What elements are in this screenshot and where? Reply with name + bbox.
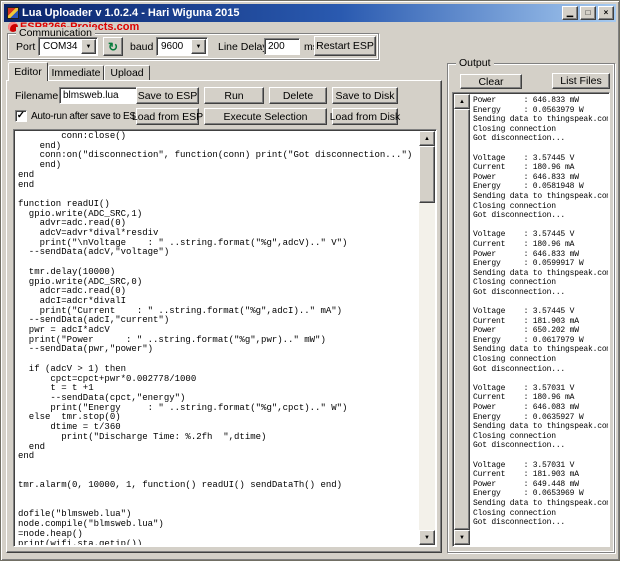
app-icon	[7, 7, 19, 19]
line-delay-input[interactable]	[264, 38, 300, 55]
minimize-icon: ▁	[566, 8, 574, 17]
list-files-button[interactable]: List Files	[552, 73, 610, 89]
execute-selection-button[interactable]: Execute Selection	[204, 108, 327, 125]
maximize-button[interactable]: □	[580, 6, 596, 20]
scroll-down-icon: ▼	[424, 534, 430, 541]
minimize-button[interactable]: ▁	[562, 6, 578, 20]
line-delay-label: Line Delay	[218, 41, 268, 53]
port-dropdown-button[interactable]: ▼	[81, 39, 96, 54]
tab-upload[interactable]: Upload	[104, 65, 150, 80]
port-label: Port	[16, 41, 36, 53]
output-box: ▲ ▼ Power : 646.833 mW Energy : 0.056397…	[452, 92, 610, 547]
code-editor[interactable]: conn:close() end) conn:on("disconnection…	[13, 129, 437, 547]
editor-scrollbar: ▲ ▼	[419, 131, 435, 545]
port-value: COM34	[40, 39, 81, 54]
filename-label: Filename:	[15, 90, 62, 102]
scroll-up-button[interactable]: ▲	[419, 131, 435, 146]
scroll-up-icon: ▲	[459, 98, 465, 105]
scroll-down-icon: ▼	[459, 534, 465, 541]
save-to-esp-button[interactable]: Save to ESP	[136, 87, 199, 104]
editor-panel: Filename: Save to ESP Run Delete Save to…	[6, 80, 442, 553]
filename-input[interactable]	[59, 87, 137, 104]
tab-editor[interactable]: Editor	[8, 62, 48, 81]
close-icon: ×	[603, 8, 609, 17]
scroll-down-button[interactable]: ▼	[419, 530, 435, 545]
scroll-down-button[interactable]: ▼	[454, 530, 470, 545]
autorun-checkbox[interactable]: ✓	[15, 110, 27, 122]
communication-group: Communication Port COM34 ▼ ↻ baud 9600 ▼…	[7, 27, 379, 60]
output-group-label: Output	[456, 57, 494, 69]
clear-button[interactable]: Clear	[460, 74, 522, 89]
close-button[interactable]: ×	[598, 6, 614, 20]
port-select[interactable]: COM34 ▼	[38, 37, 98, 56]
chevron-down-icon: ▼	[195, 43, 202, 50]
maximize-icon: □	[585, 8, 591, 17]
scroll-thumb[interactable]	[454, 109, 470, 530]
run-button[interactable]: Run	[204, 87, 264, 104]
code-text[interactable]: conn:close() end) conn:on("disconnection…	[15, 131, 419, 545]
scroll-up-button[interactable]: ▲	[454, 94, 470, 109]
save-to-disk-button[interactable]: Save to Disk	[332, 87, 398, 104]
restart-esp-button[interactable]: Restart ESP	[314, 36, 376, 56]
output-scrollbar: ▲ ▼	[454, 94, 470, 545]
load-from-disk-button[interactable]: Load from Disk	[330, 108, 400, 125]
output-text: Power : 646.833 mW Energy : 0.0563979 W …	[473, 96, 608, 528]
baud-value: 9600	[158, 39, 191, 54]
delete-button[interactable]: Delete	[269, 87, 327, 104]
output-group: Output Clear List Files ▲ ▼ Power : 646.…	[447, 57, 615, 553]
autorun-label: Auto-run after save to ESP	[31, 111, 143, 122]
titlebar: Lua Uploader v 1.0.2.4 - Hari Wiguna 201…	[4, 4, 616, 22]
tab-immediate[interactable]: Immediate	[48, 65, 104, 80]
baud-dropdown-button[interactable]: ▼	[191, 39, 206, 54]
refresh-port-button[interactable]: ↻	[103, 37, 123, 56]
baud-label: baud	[130, 41, 154, 53]
check-icon: ✓	[16, 110, 26, 121]
scroll-thumb[interactable]	[419, 146, 435, 203]
scroll-up-icon: ▲	[424, 135, 430, 142]
chevron-down-icon: ▼	[85, 43, 92, 50]
app-window: Lua Uploader v 1.0.2.4 - Hari Wiguna 201…	[0, 0, 620, 561]
window-title: Lua Uploader v 1.0.2.4 - Hari Wiguna 201…	[22, 7, 240, 19]
load-from-esp-button[interactable]: Load from ESP	[132, 108, 203, 125]
refresh-icon: ↻	[107, 39, 119, 54]
baud-select[interactable]: 9600 ▼	[156, 37, 208, 56]
